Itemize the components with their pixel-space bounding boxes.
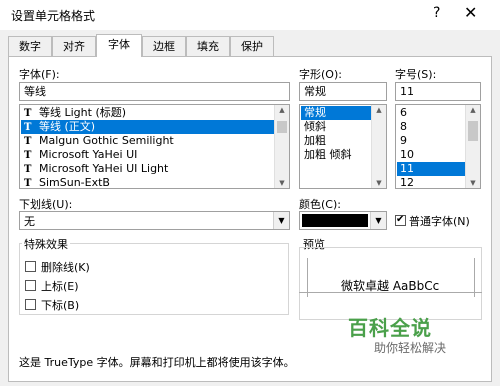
dialog-title: 设置单元格格式 xyxy=(11,9,96,23)
truetype-icon: T xyxy=(24,122,32,133)
font-name-input[interactable]: 等线 xyxy=(19,82,290,101)
subscript-checkbox[interactable] xyxy=(25,299,36,310)
close-icon[interactable]: ✕ xyxy=(464,3,477,22)
truetype-icon: T xyxy=(24,108,32,119)
style-input[interactable]: 常规 xyxy=(299,82,387,101)
underline-label: 下划线(U): xyxy=(19,198,73,211)
subscript-label[interactable]: 下标(B) xyxy=(41,297,79,313)
scroll-thumb[interactable] xyxy=(468,121,478,141)
scroll-down-icon[interactable]: ▼ xyxy=(275,179,289,187)
size-label: 字号(S): xyxy=(395,68,437,81)
font-list-item-selected[interactable]: T 等线 (正文) xyxy=(21,120,274,134)
truetype-icon: T xyxy=(24,150,32,161)
size-list-item[interactable]: 9 xyxy=(397,134,465,148)
color-select[interactable]: ▼ xyxy=(299,211,387,230)
watermark-title: 百科全说 xyxy=(348,316,432,340)
style-list[interactable]: 常规 倾斜 加粗 加粗 倾斜 ▲ ▼ xyxy=(299,104,387,189)
tab-number[interactable]: 数字 xyxy=(8,36,52,56)
size-list-item[interactable]: 8 xyxy=(397,120,465,134)
preview-sample: 微软卓越 AaBbCc xyxy=(341,279,440,293)
scroll-up-icon[interactable]: ▲ xyxy=(275,106,289,114)
font-list-item[interactable]: T Microsoft YaHei UI xyxy=(21,148,274,162)
strikethrough-label[interactable]: 删除线(K) xyxy=(41,259,90,275)
tab-fill[interactable]: 填充 xyxy=(186,36,230,56)
size-list-scrollbar[interactable]: ▲ ▼ xyxy=(465,105,480,188)
font-list-item[interactable]: T SimSun-ExtB xyxy=(21,176,274,189)
style-list-item[interactable]: 加粗 倾斜 xyxy=(301,148,371,162)
superscript-label[interactable]: 上标(E) xyxy=(41,278,79,294)
style-label: 字形(O): xyxy=(299,68,342,81)
scroll-up-icon[interactable]: ▲ xyxy=(466,106,480,114)
font-list-item[interactable]: T Malgun Gothic Semilight xyxy=(21,134,274,148)
font-list-item[interactable]: T 等线 Light (标题) xyxy=(21,106,274,120)
tab-font[interactable]: 字体 xyxy=(96,34,142,57)
style-list-item-selected[interactable]: 常规 xyxy=(301,106,371,120)
chevron-down-icon[interactable]: ▼ xyxy=(370,212,386,229)
font-list-scrollbar[interactable]: ▲ ▼ xyxy=(274,105,289,188)
normal-font-checkbox[interactable]: ✔ xyxy=(395,214,406,226)
help-icon[interactable]: ? xyxy=(433,5,440,21)
color-swatch xyxy=(302,214,368,227)
strikethrough-checkbox[interactable] xyxy=(25,261,36,272)
truetype-icon: T xyxy=(24,178,32,189)
size-list[interactable]: 6 8 9 10 11 12 ▲ ▼ xyxy=(395,104,481,189)
superscript-checkbox[interactable] xyxy=(25,280,36,291)
underline-select[interactable]: 无 ▼ xyxy=(19,211,290,230)
style-list-scrollbar[interactable]: ▲ ▼ xyxy=(371,105,386,188)
effects-label: 特殊效果 xyxy=(22,236,70,252)
size-input[interactable]: 11 xyxy=(395,82,481,101)
font-list-item[interactable]: T Microsoft YaHei UI Light xyxy=(21,162,274,176)
scroll-down-icon[interactable]: ▼ xyxy=(466,179,480,187)
font-label: 字体(F): xyxy=(19,68,60,81)
watermark-subtitle: 助你轻松解决 xyxy=(374,341,447,355)
scroll-up-icon[interactable]: ▲ xyxy=(372,106,386,114)
normal-font-label[interactable]: 普通字体(N) xyxy=(409,213,470,229)
size-list-item-selected[interactable]: 11 xyxy=(397,162,465,176)
truetype-icon: T xyxy=(24,164,32,175)
underline-value: 无 xyxy=(24,215,35,228)
truetype-note: 这是 TrueType 字体。屏幕和打印机上都将使用该字体。 xyxy=(19,356,295,369)
size-list-item[interactable]: 10 xyxy=(397,148,465,162)
size-list-item[interactable]: 12 xyxy=(397,176,465,188)
tab-protection[interactable]: 保护 xyxy=(230,36,274,56)
checkmark-icon: ✔ xyxy=(396,214,405,225)
tab-alignment[interactable]: 对齐 xyxy=(52,36,96,56)
chevron-down-icon[interactable]: ▼ xyxy=(273,212,289,229)
font-list[interactable]: T 等线 Light (标题) T 等线 (正文) T Malgun Gothic S… xyxy=(19,104,290,189)
style-list-item[interactable]: 倾斜 xyxy=(301,120,371,134)
truetype-icon: T xyxy=(24,136,32,147)
style-list-item[interactable]: 加粗 xyxy=(301,134,371,148)
color-label: 颜色(C): xyxy=(299,198,341,211)
scroll-down-icon[interactable]: ▼ xyxy=(372,179,386,187)
size-list-item[interactable]: 6 xyxy=(397,106,465,120)
tab-border[interactable]: 边框 xyxy=(142,36,186,56)
scroll-thumb[interactable] xyxy=(277,121,287,133)
